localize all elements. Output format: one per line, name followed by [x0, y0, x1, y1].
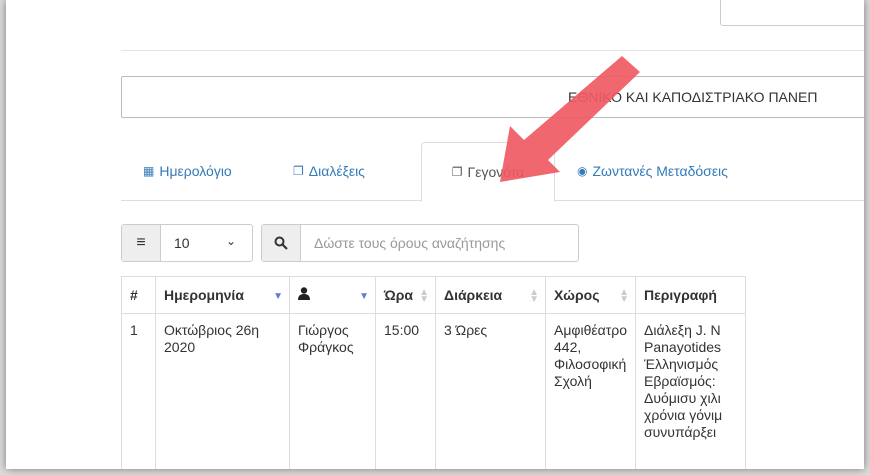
col-description-label: Περιγραφή — [644, 287, 717, 303]
tab-bar: ▦ Ημερολόγιο ❐ Διαλέξεις ❐ Γεγονότα ◉ Ζω… — [121, 142, 864, 202]
top-input-field[interactable] — [720, 0, 864, 26]
table-header-row: # Ημερομηνία ▼ ▼ Ώρα ▲ ▼ Διάρκεια ▲ ▼ Χώ… — [121, 276, 746, 314]
institution-banner[interactable]: ΕΘΝΙΚΟ ΚΑΙ ΚΑΠΟΔΙΣΤΡΙΑΚΟ ΠΑΝΕΠ — [121, 76, 864, 118]
cell-date: Οκτώβριος 26η 2020 — [155, 313, 290, 469]
col-time[interactable]: Ώρα ▲ ▼ — [375, 276, 436, 314]
tab-calendar[interactable]: ▦ Ημερολόγιο — [143, 142, 232, 199]
sort-desc-icon: ▼ — [359, 291, 369, 302]
sort-desc-icon: ▼ — [273, 291, 283, 302]
cell-place: Αμφιθέατρο 442, Φιλοσοφική Σχολή — [545, 313, 636, 469]
page-size-select[interactable]: ≡ 10 ⌄ — [121, 224, 253, 262]
cell-duration: 3 Ώρες — [435, 313, 546, 469]
col-time-label: Ώρα — [384, 287, 413, 303]
col-number[interactable]: # — [121, 276, 156, 314]
tab-events-label: Γεγονότα — [467, 164, 525, 180]
sort-icon: ▲ ▼ — [529, 287, 539, 305]
search-icon[interactable] — [262, 225, 301, 261]
col-place-label: Χώρος — [554, 287, 600, 303]
col-description[interactable]: Περιγραφή — [635, 276, 746, 314]
events-table: # Ημερομηνία ▼ ▼ Ώρα ▲ ▼ Διάρκεια ▲ ▼ Χώ… — [121, 276, 746, 469]
banner-text: ΕΘΝΙΚΟ ΚΑΙ ΚΑΠΟΔΙΣΤΡΙΑΚΟ ΠΑΝΕΠ — [568, 89, 818, 105]
col-duration-label: Διάρκεια — [444, 287, 503, 303]
cell-number: 1 — [121, 313, 156, 469]
chevron-down-icon: ⌄ — [226, 234, 237, 248]
tab-live-broadcasts[interactable]: ◉ Ζωντανές Μεταδόσεις — [577, 142, 728, 199]
tab-lectures[interactable]: ❐ Διαλέξεις — [293, 142, 365, 199]
list-icon: ≡ — [122, 225, 161, 261]
cell-description: Διάλεξη J. N Panayotides Έλληνισμός Εβρα… — [635, 313, 746, 469]
tab-calendar-label: Ημερολόγιο — [159, 162, 232, 179]
user-icon — [298, 287, 310, 303]
cell-person: Γιώργος Φράγκος — [289, 313, 376, 469]
tab-live-label: Ζωντανές Μεταδόσεις — [592, 162, 728, 179]
search-input[interactable] — [312, 234, 566, 252]
browser-content: ΕΘΝΙΚΟ ΚΑΙ ΚΑΠΟΔΙΣΤΡΙΑΚΟ ΠΑΝΕΠ ▦ Ημερολό… — [6, 0, 864, 469]
event-icon: ❐ — [451, 165, 463, 179]
divider — [121, 50, 864, 51]
sort-icon: ▲ ▼ — [619, 287, 629, 305]
col-date[interactable]: Ημερομηνία ▼ — [155, 276, 290, 314]
col-duration[interactable]: Διάρκεια ▲ ▼ — [435, 276, 546, 314]
col-date-label: Ημερομηνία — [164, 287, 244, 303]
search-box — [261, 224, 579, 262]
tab-events[interactable]: ❐ Γεγονότα — [421, 142, 555, 202]
table-row[interactable]: 1 Οκτώβριος 26η 2020 Γιώργος Φράγκος 15:… — [121, 313, 746, 469]
broadcast-icon: ◉ — [577, 163, 588, 178]
calendar-icon: ▦ — [143, 163, 155, 178]
page-size-value: 10 — [174, 235, 190, 251]
tab-lectures-label: Διαλέξεις — [308, 162, 365, 179]
cell-time: 15:00 — [375, 313, 436, 469]
col-place[interactable]: Χώρος ▲ ▼ — [545, 276, 636, 314]
book-icon: ❐ — [293, 163, 304, 178]
col-person[interactable]: ▼ — [289, 276, 376, 314]
sort-icon: ▲ ▼ — [419, 287, 429, 305]
